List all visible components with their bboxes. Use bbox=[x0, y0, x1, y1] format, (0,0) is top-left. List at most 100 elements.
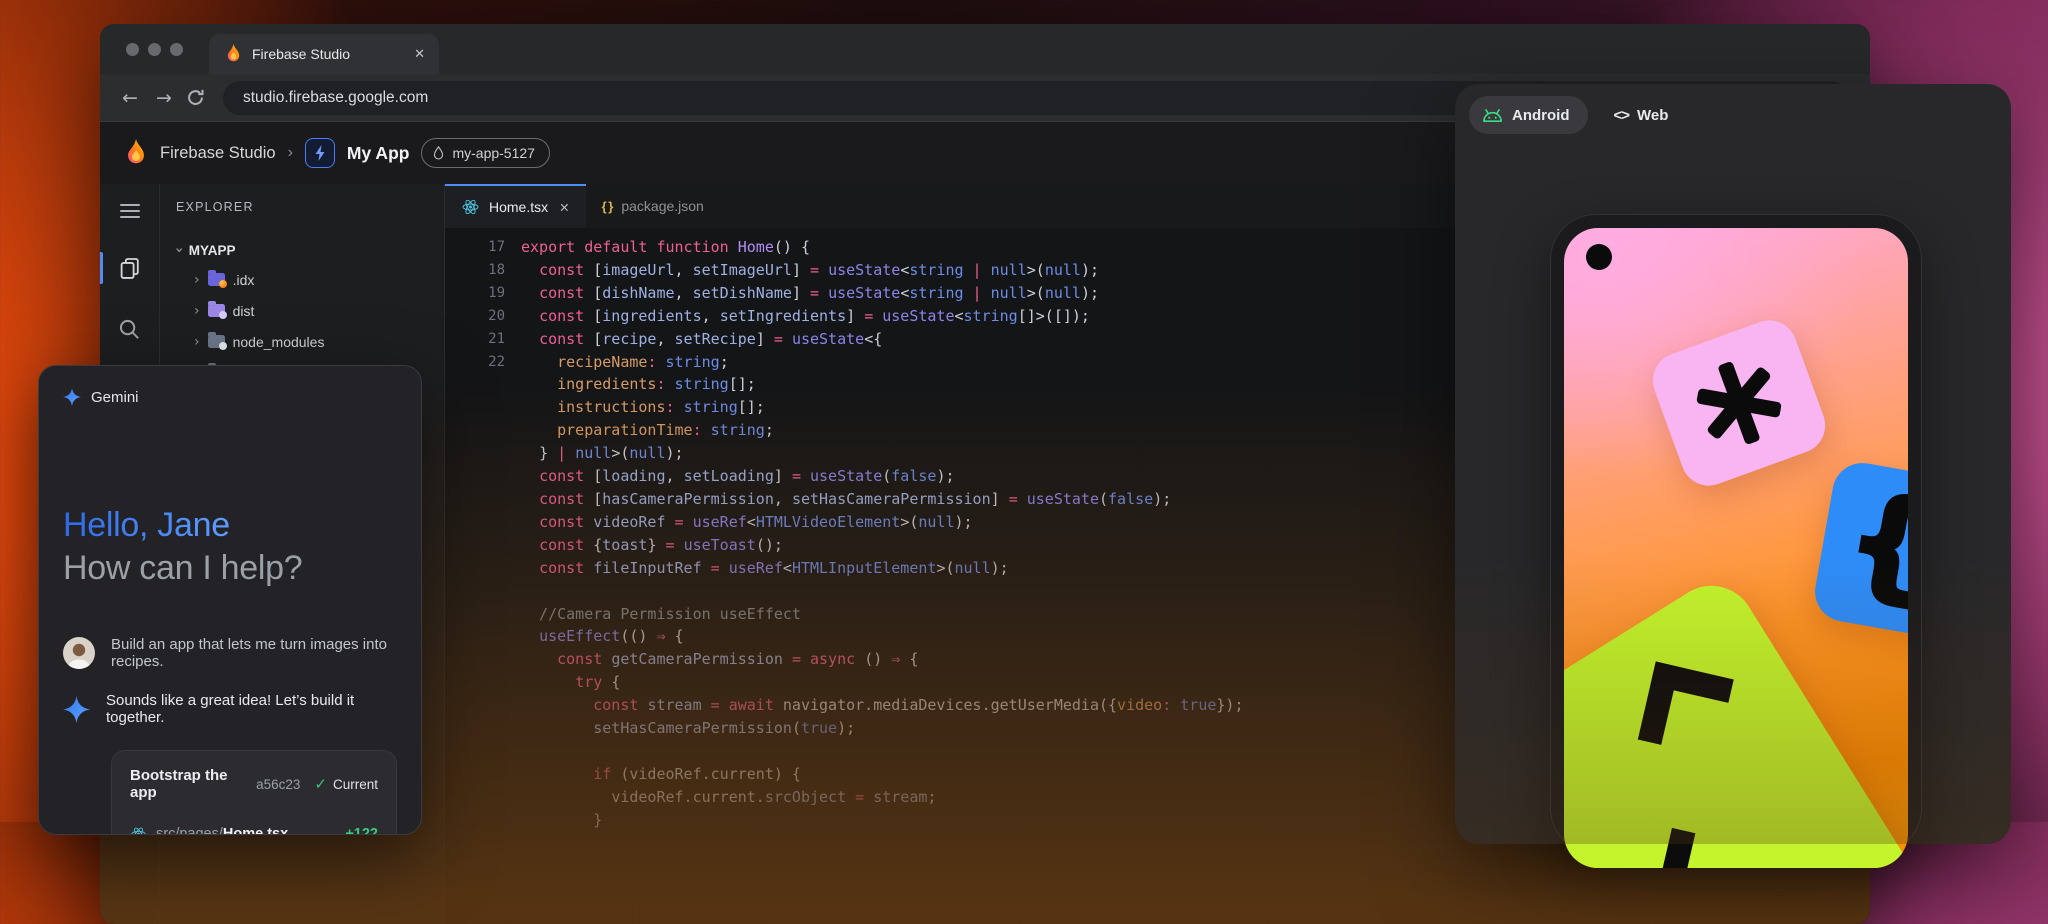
workspace-name: my-app-5127 bbox=[452, 145, 535, 161]
editor-tab-label: package.json bbox=[621, 198, 704, 214]
code-text: preparationTime: string; bbox=[521, 419, 774, 442]
back-icon[interactable]: ← bbox=[118, 87, 142, 109]
react-icon bbox=[461, 198, 480, 216]
line-number bbox=[445, 740, 521, 763]
code-text: ingredients: string[]; bbox=[521, 373, 756, 396]
card-title: Bootstrap the app bbox=[130, 767, 256, 801]
code-text: recipeName: string; bbox=[521, 351, 729, 374]
code-text: if (videoRef.current) { bbox=[521, 763, 801, 786]
line-number bbox=[445, 786, 521, 809]
editor-tab-package-json[interactable]: { } package.json bbox=[586, 184, 720, 228]
line-number bbox=[445, 648, 521, 671]
angle-bracket-icon bbox=[1599, 815, 1695, 868]
line-number bbox=[445, 625, 521, 648]
line-number: 19 bbox=[445, 282, 521, 305]
greeting-secondary: How can I help? bbox=[63, 549, 397, 588]
check-icon: ✓ bbox=[314, 775, 327, 793]
window-controls[interactable] bbox=[126, 43, 183, 56]
hamburger-icon bbox=[120, 204, 140, 218]
tree-item-label: .idx bbox=[233, 272, 255, 288]
user-message-row: Build an app that lets me turn images in… bbox=[63, 636, 397, 670]
search-activity-button[interactable] bbox=[100, 312, 159, 347]
tab-close-icon[interactable]: ✕ bbox=[414, 47, 425, 62]
line-number bbox=[445, 465, 521, 488]
file-name: Home.tsx bbox=[223, 826, 288, 835]
phone-mockup: { bbox=[1550, 214, 1922, 854]
assistant-message-row: Sounds like a great idea! Let’s build it… bbox=[63, 692, 397, 726]
tree-item-idx[interactable]: › .idx bbox=[176, 264, 444, 295]
explorer-title: EXPLORER bbox=[176, 200, 444, 214]
gemini-header: Gemini bbox=[63, 388, 397, 406]
platform-toggles: Android <> Web bbox=[1455, 84, 2011, 134]
code-text: export default function Home() { bbox=[521, 236, 810, 259]
react-icon bbox=[130, 826, 147, 835]
breadcrumb-separator: › bbox=[288, 144, 293, 162]
asterisk-icon bbox=[1684, 348, 1794, 458]
code-text: const [dishName, setDishName] = useState… bbox=[521, 282, 1099, 305]
code-text: } | null>(null); bbox=[521, 442, 684, 465]
pink-asterisk-tile bbox=[1645, 313, 1833, 494]
line-number bbox=[445, 809, 521, 832]
droplet-icon bbox=[432, 145, 445, 161]
code-text: const [loading, setLoading] = useState(f… bbox=[521, 465, 955, 488]
line-number bbox=[445, 419, 521, 442]
file-path-prefix: src/pages/ bbox=[156, 826, 223, 835]
code-text: const [ingredients, setIngredients] = us… bbox=[521, 305, 1090, 328]
app-name[interactable]: My App bbox=[347, 143, 410, 164]
assistant-message: Sounds like a great idea! Let’s build it… bbox=[106, 692, 397, 726]
line-number bbox=[445, 580, 521, 603]
browser-tab[interactable]: Firebase Studio ✕ bbox=[209, 34, 439, 74]
line-number bbox=[445, 396, 521, 419]
product-name[interactable]: Firebase Studio bbox=[160, 144, 276, 163]
forward-icon[interactable]: → bbox=[152, 87, 176, 109]
phone-screen: { bbox=[1564, 228, 1908, 868]
menu-button[interactable] bbox=[100, 198, 159, 224]
code-text: const videoRef = useRef<HTMLVideoElement… bbox=[521, 511, 973, 534]
firebase-flame-icon bbox=[225, 44, 242, 64]
explorer-activity-button[interactable] bbox=[100, 250, 159, 286]
chevron-down-icon: › bbox=[171, 247, 187, 253]
editor-tab-home-tsx[interactable]: Home.tsx ✕ bbox=[445, 184, 586, 228]
bootstrap-card[interactable]: Bootstrap the app a56c23 ✓ Current src/p… bbox=[111, 750, 397, 835]
tree-root-myapp[interactable]: › MYAPP bbox=[176, 236, 444, 264]
web-toggle-label: Web bbox=[1637, 107, 1668, 124]
code-text: try { bbox=[521, 671, 620, 694]
folder-icon bbox=[208, 304, 225, 317]
code-text bbox=[521, 580, 530, 603]
gemini-title: Gemini bbox=[91, 389, 139, 406]
line-number bbox=[445, 763, 521, 786]
chevron-right-icon: › bbox=[194, 334, 200, 350]
gemini-panel: Gemini Hello, Jane How can I help? Build… bbox=[38, 365, 422, 835]
code-text: const getCameraPermission = async () ⇒ { bbox=[521, 648, 918, 671]
line-number: 21 bbox=[445, 328, 521, 351]
url-text: studio.firebase.google.com bbox=[243, 89, 428, 107]
code-text: const {toast} = useToast(); bbox=[521, 534, 783, 557]
line-number: 18 bbox=[445, 259, 521, 282]
tree-item-nodemodules[interactable]: ›node_modules bbox=[176, 326, 444, 357]
code-text: useEffect(() ⇒ { bbox=[521, 625, 684, 648]
tree-item-dist[interactable]: ›dist bbox=[176, 295, 444, 326]
web-toggle[interactable]: <> Web bbox=[1614, 107, 1669, 124]
line-number: 17 bbox=[445, 236, 521, 259]
line-number bbox=[445, 603, 521, 626]
folder-icon bbox=[208, 273, 225, 286]
chevron-right-icon: › bbox=[194, 272, 200, 288]
line-number bbox=[445, 488, 521, 511]
workspace-badge[interactable]: my-app-5127 bbox=[421, 138, 550, 168]
code-text bbox=[521, 740, 530, 763]
changed-file-row[interactable]: src/pages/Home.tsx +122 bbox=[130, 825, 378, 835]
code-text: const [hasCameraPermission, setHasCamera… bbox=[521, 488, 1171, 511]
android-toggle-label: Android bbox=[1512, 107, 1570, 124]
search-icon bbox=[118, 318, 141, 341]
blue-brace-tile: { bbox=[1810, 458, 1908, 643]
code-brackets-icon: <> bbox=[1614, 107, 1630, 124]
json-braces-icon: { } bbox=[602, 199, 613, 214]
files-icon bbox=[118, 256, 142, 280]
editor-tab-close-icon[interactable]: ✕ bbox=[559, 200, 569, 215]
reload-icon[interactable] bbox=[186, 88, 205, 107]
folder-icon bbox=[208, 335, 225, 348]
android-toggle[interactable]: Android bbox=[1469, 96, 1588, 134]
browser-tabstrip: Firebase Studio ✕ bbox=[100, 24, 1870, 74]
line-number bbox=[445, 442, 521, 465]
firebase-logo bbox=[124, 139, 148, 167]
